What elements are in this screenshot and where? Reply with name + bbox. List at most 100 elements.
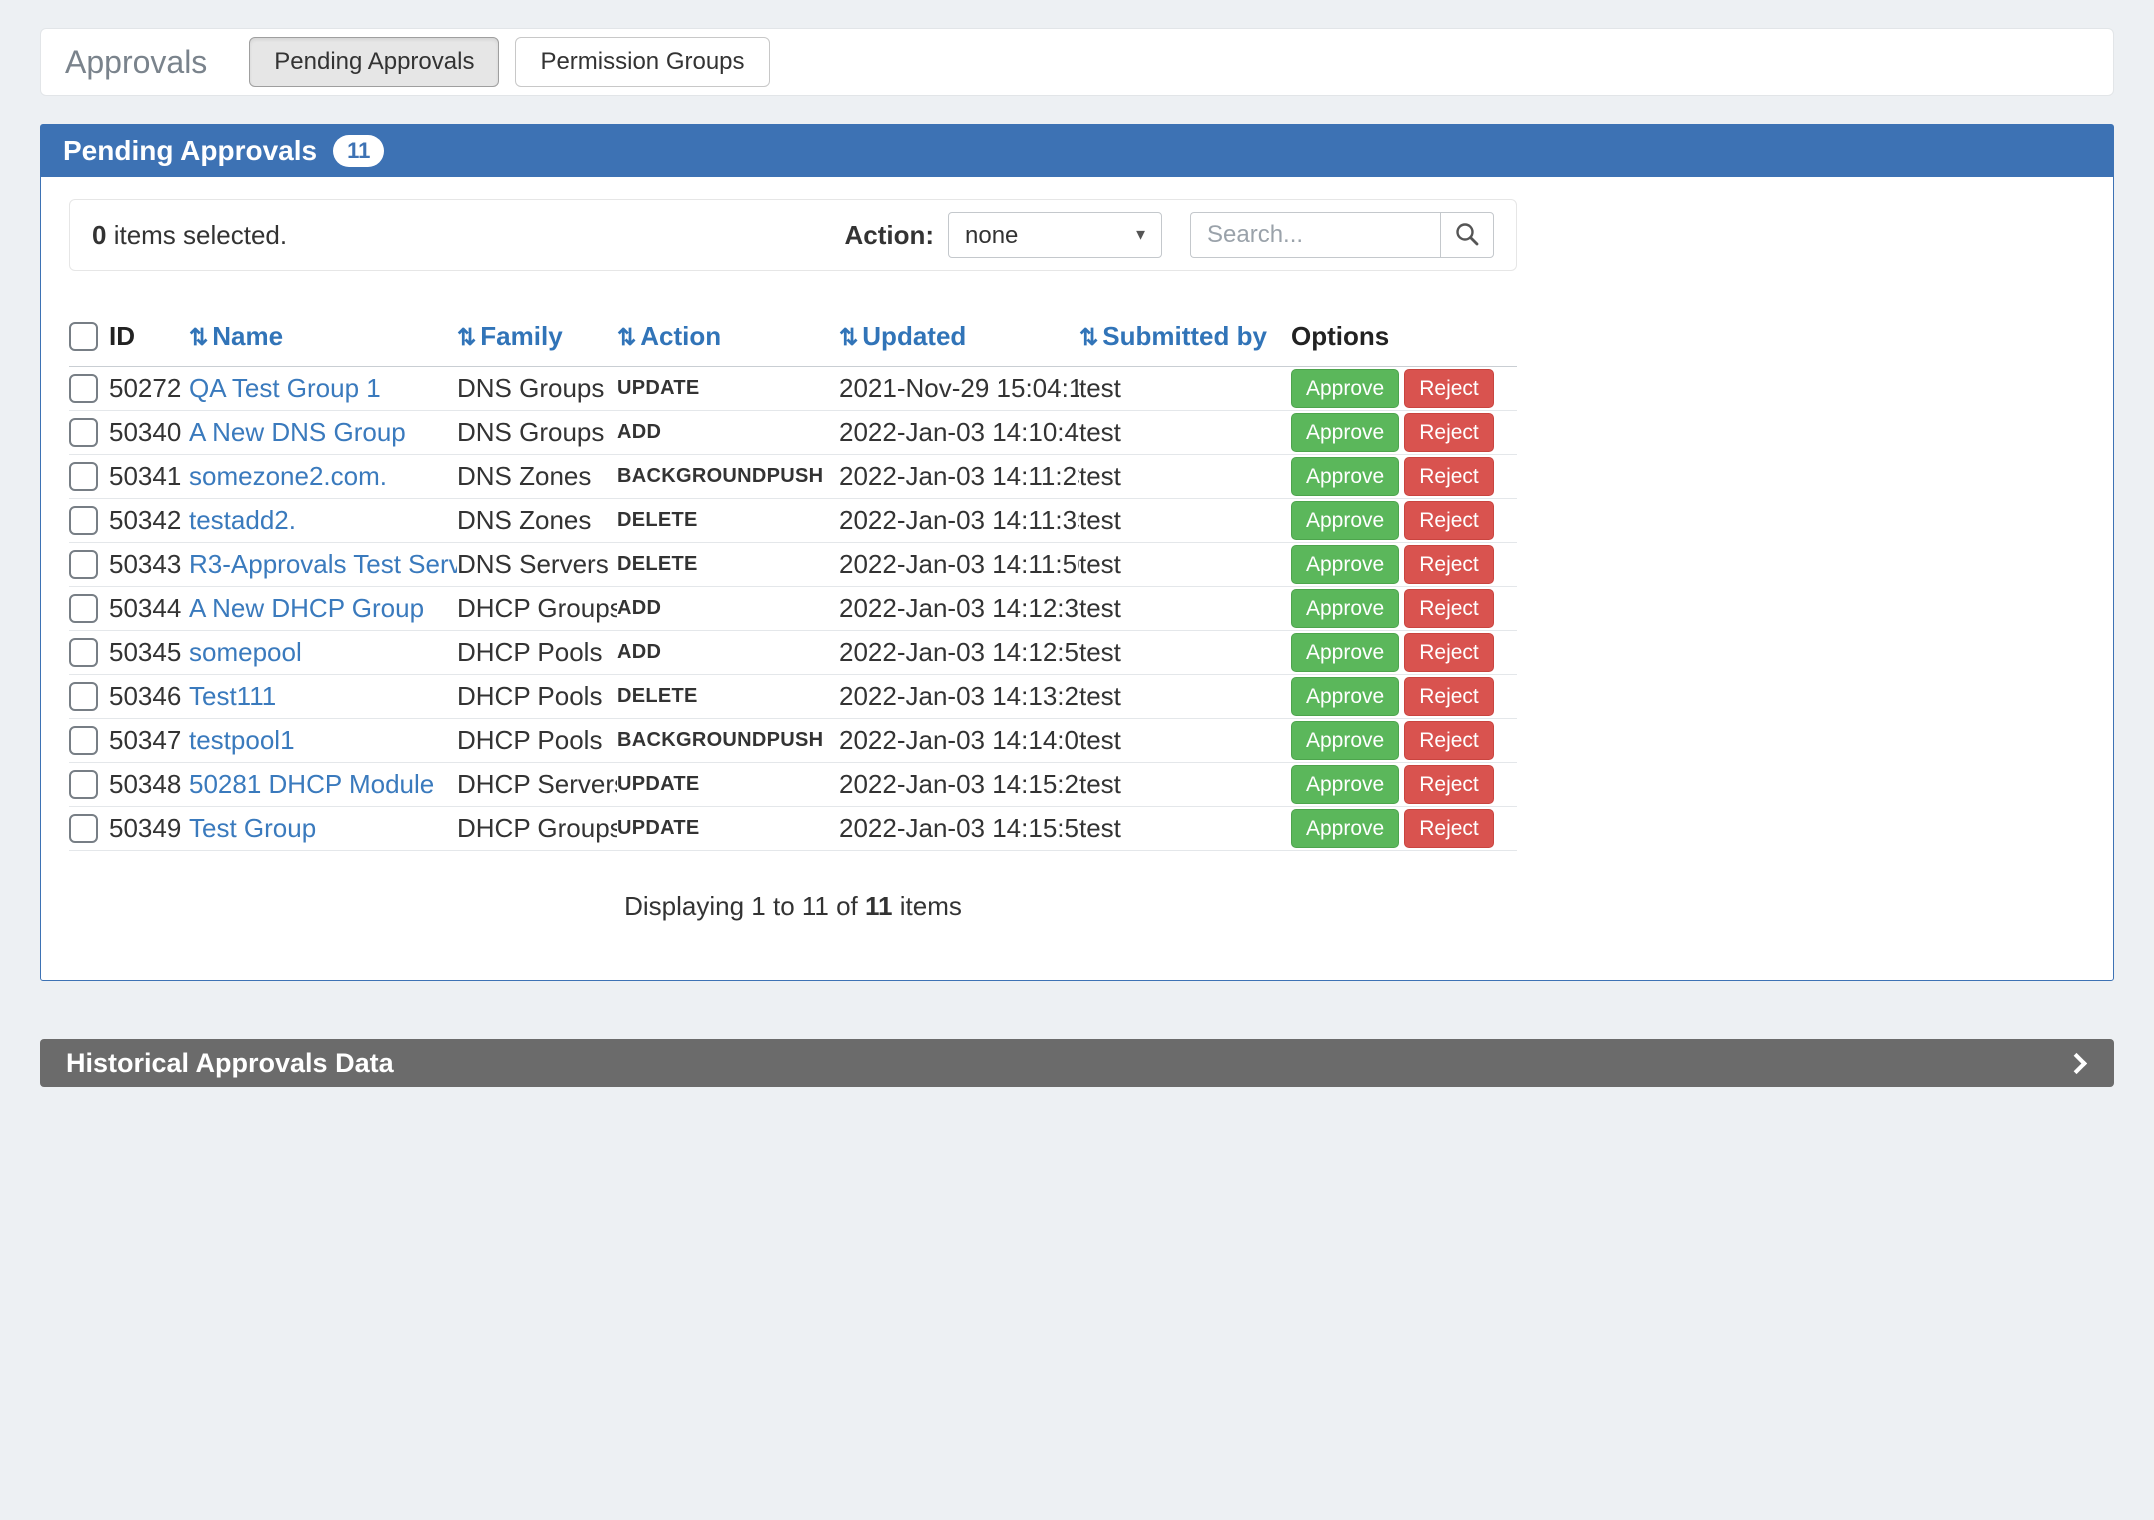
row-family: DHCP Groups (457, 587, 617, 631)
col-header-name[interactable]: ⇅Name (189, 313, 457, 367)
row-id: 50347 (109, 719, 189, 763)
row-checkbox[interactable] (69, 462, 98, 491)
row-family: DHCP Servers (457, 763, 617, 807)
table-header-row: ID ⇅Name ⇅Family ⇅Action ⇅Updated ⇅Submi… (69, 313, 1517, 367)
sort-icon: ⇅ (1079, 324, 1098, 350)
reject-button[interactable]: Reject (1404, 413, 1494, 452)
approve-button[interactable]: Approve (1291, 765, 1399, 804)
row-checkbox[interactable] (69, 638, 98, 667)
approve-button[interactable]: Approve (1291, 369, 1399, 408)
top-bar: Approvals Pending Approvals Permission G… (40, 28, 2114, 96)
tab-permission-groups[interactable]: Permission Groups (515, 37, 769, 88)
row-action: ADD (617, 631, 839, 675)
approve-button[interactable]: Approve (1291, 413, 1399, 452)
sort-icon: ⇅ (457, 324, 476, 350)
row-updated: 2022-Jan-03 14:13:24 (839, 675, 1079, 719)
approve-button[interactable]: Approve (1291, 721, 1399, 760)
historical-approvals-title: Historical Approvals Data (66, 1048, 394, 1079)
row-id: 50346 (109, 675, 189, 719)
panel-title: Pending Approvals (63, 135, 317, 167)
chevron-right-icon (2066, 1052, 2087, 1073)
row-name-link[interactable]: Test Group (189, 813, 316, 843)
row-id: 50348 (109, 763, 189, 807)
col-header-submitted-by[interactable]: ⇅Submitted by (1079, 313, 1291, 367)
row-submitted-by: test (1079, 719, 1291, 763)
row-name-link[interactable]: testpool1 (189, 725, 295, 755)
row-checkbox[interactable] (69, 594, 98, 623)
approve-button[interactable]: Approve (1291, 457, 1399, 496)
row-checkbox[interactable] (69, 550, 98, 579)
row-id: 50342 (109, 499, 189, 543)
row-id: 50340 (109, 411, 189, 455)
col-header-action[interactable]: ⇅Action (617, 313, 839, 367)
table-row: 50349 Test Group DHCP Groups UPDATE 2022… (69, 807, 1517, 851)
row-updated: 2022-Jan-03 14:11:23 (839, 455, 1079, 499)
row-updated: 2022-Jan-03 14:11:35 (839, 499, 1079, 543)
row-checkbox[interactable] (69, 726, 98, 755)
sort-icon: ⇅ (189, 324, 208, 350)
col-header-updated[interactable]: ⇅Updated (839, 313, 1079, 367)
reject-button[interactable]: Reject (1404, 501, 1494, 540)
row-name-link[interactable]: A New DHCP Group (189, 593, 424, 623)
row-checkbox[interactable] (69, 770, 98, 799)
row-name-link[interactable]: 50281 DHCP Module (189, 769, 434, 799)
row-updated: 2022-Jan-03 14:15:24 (839, 763, 1079, 807)
reject-button[interactable]: Reject (1404, 457, 1494, 496)
approve-button[interactable]: Approve (1291, 677, 1399, 716)
row-submitted-by: test (1079, 543, 1291, 587)
tab-pending-approvals[interactable]: Pending Approvals (249, 37, 499, 88)
row-action: BACKGROUNDPUSH (617, 455, 839, 499)
reject-button[interactable]: Reject (1404, 589, 1494, 628)
approve-button[interactable]: Approve (1291, 809, 1399, 848)
reject-button[interactable]: Reject (1404, 369, 1494, 408)
row-name-link[interactable]: somezone2.com. (189, 461, 387, 491)
row-name-link[interactable]: QA Test Group 1 (189, 373, 381, 403)
reject-button[interactable]: Reject (1404, 809, 1494, 848)
row-submitted-by: test (1079, 499, 1291, 543)
approve-button[interactable]: Approve (1291, 633, 1399, 672)
selected-count: 0 (92, 220, 106, 250)
row-name-link[interactable]: R3-Approvals Test Server (189, 549, 457, 579)
row-name-link[interactable]: testadd2. (189, 505, 296, 535)
row-checkbox[interactable] (69, 682, 98, 711)
row-family: DNS Groups (457, 411, 617, 455)
row-checkbox[interactable] (69, 814, 98, 843)
row-action: UPDATE (617, 367, 839, 411)
table-row: 50340 A New DNS Group DNS Groups ADD 202… (69, 411, 1517, 455)
row-name-link[interactable]: Test111 (189, 681, 276, 711)
approvals-table: ID ⇅Name ⇅Family ⇅Action ⇅Updated ⇅Submi… (69, 313, 1517, 851)
select-all-checkbox[interactable] (69, 322, 98, 351)
sort-icon: ⇅ (617, 324, 636, 350)
col-header-options: Options (1291, 313, 1517, 367)
panel-header: Pending Approvals 11 (41, 125, 2113, 177)
reject-button[interactable]: Reject (1404, 545, 1494, 584)
reject-button[interactable]: Reject (1404, 677, 1494, 716)
row-action: ADD (617, 411, 839, 455)
row-action: ADD (617, 587, 839, 631)
table-row: 50348 50281 DHCP Module DHCP Servers UPD… (69, 763, 1517, 807)
reject-button[interactable]: Reject (1404, 721, 1494, 760)
row-checkbox[interactable] (69, 374, 98, 403)
reject-button[interactable]: Reject (1404, 765, 1494, 804)
approve-button[interactable]: Approve (1291, 545, 1399, 584)
row-checkbox[interactable] (69, 506, 98, 535)
pending-approvals-panel: Pending Approvals 11 0 items selected. A… (40, 124, 2114, 981)
row-id: 50345 (109, 631, 189, 675)
row-checkbox[interactable] (69, 418, 98, 447)
table-row: 50344 A New DHCP Group DHCP Groups ADD 2… (69, 587, 1517, 631)
col-header-family[interactable]: ⇅Family (457, 313, 617, 367)
search-input[interactable] (1190, 212, 1440, 258)
action-select[interactable]: none (948, 212, 1162, 258)
row-name-link[interactable]: somepool (189, 637, 302, 667)
row-family: DHCP Pools (457, 631, 617, 675)
search-button[interactable] (1440, 212, 1494, 258)
approvals-table-body: 50272 QA Test Group 1 DNS Groups UPDATE … (69, 367, 1517, 851)
historical-approvals-toggle[interactable]: Historical Approvals Data (40, 1039, 2114, 1087)
table-toolbar: 0 items selected. Action: none ▼ (69, 199, 1517, 271)
row-name-link[interactable]: A New DNS Group (189, 417, 406, 447)
approve-button[interactable]: Approve (1291, 589, 1399, 628)
row-action: UPDATE (617, 807, 839, 851)
table-row: 50272 QA Test Group 1 DNS Groups UPDATE … (69, 367, 1517, 411)
reject-button[interactable]: Reject (1404, 633, 1494, 672)
approve-button[interactable]: Approve (1291, 501, 1399, 540)
